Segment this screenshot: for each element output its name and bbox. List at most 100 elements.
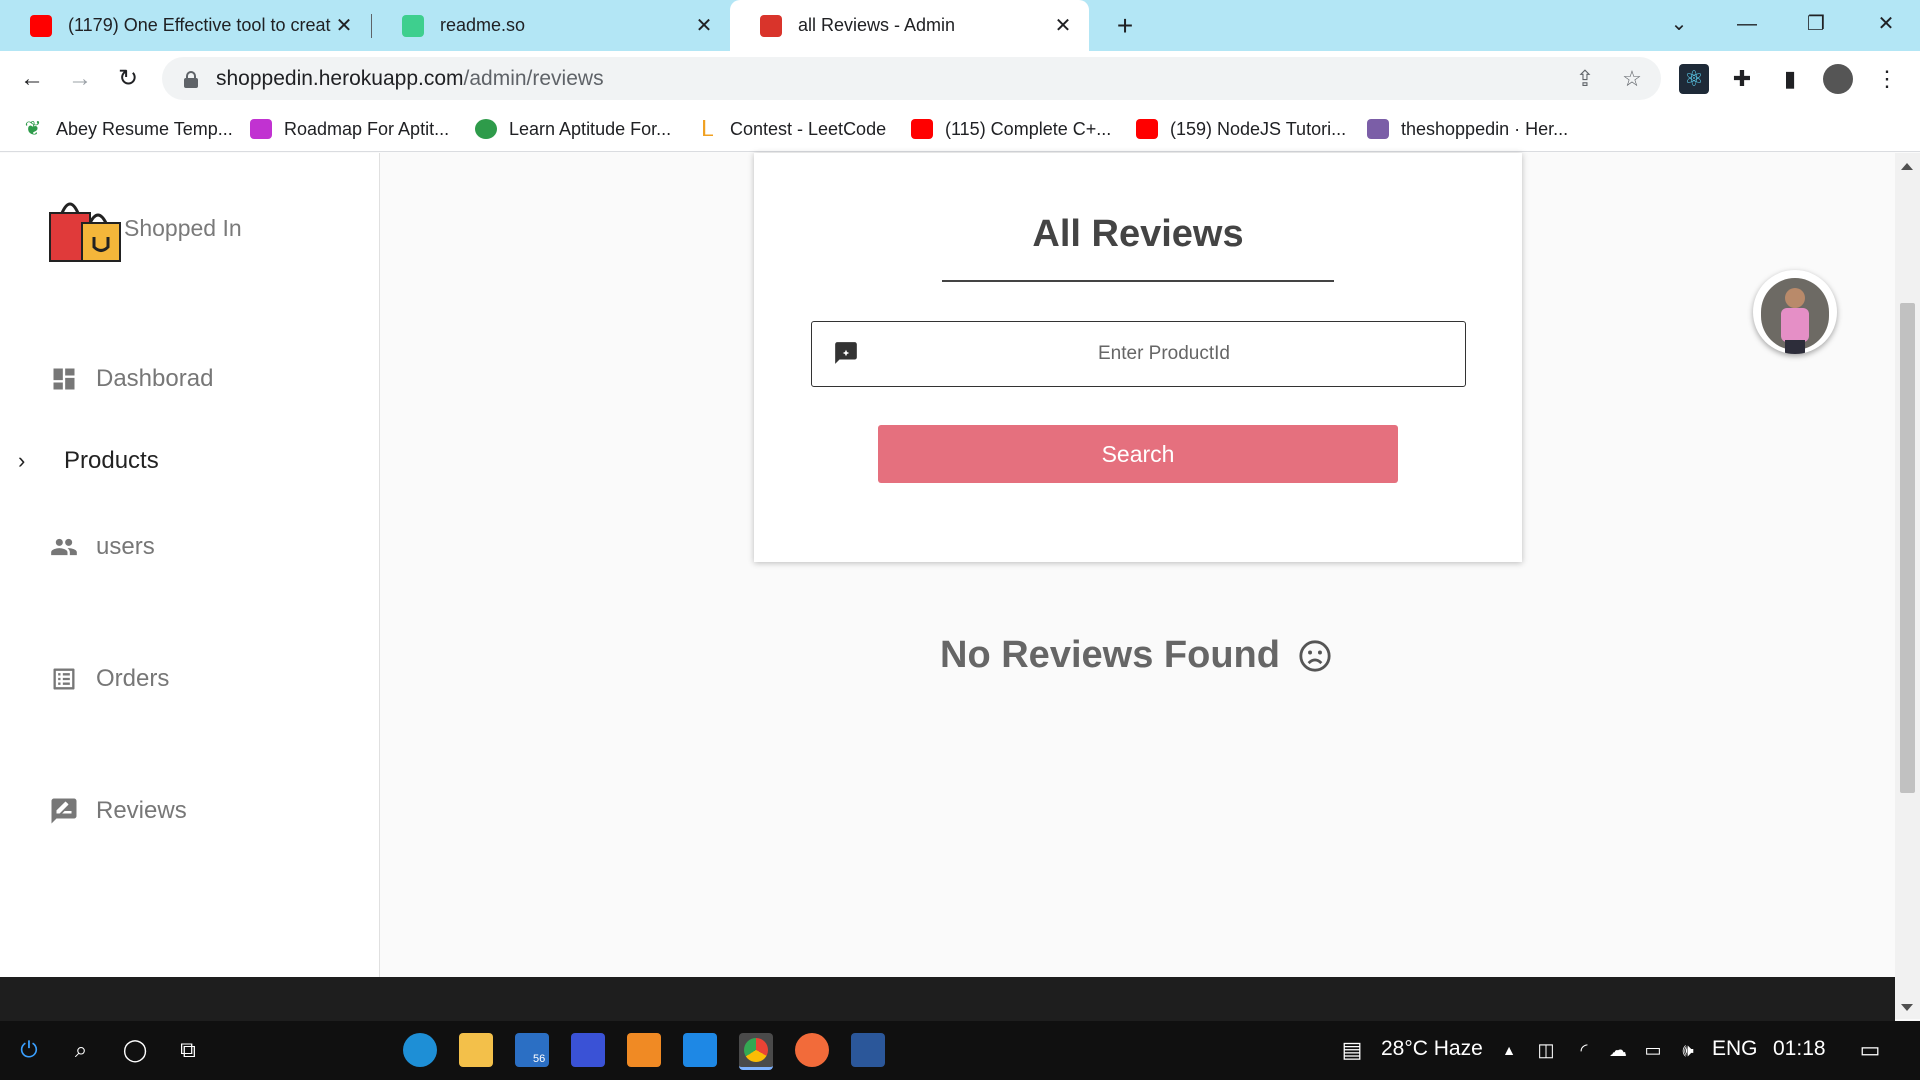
sidebar-item-orders[interactable]: Orders bbox=[48, 663, 169, 695]
app-icon[interactable] bbox=[571, 1033, 605, 1067]
profile-avatar[interactable] bbox=[1823, 64, 1853, 94]
share-icon[interactable]: ⇪ bbox=[1572, 66, 1598, 92]
review-search-card: All Reviews Search bbox=[754, 153, 1522, 562]
shopping-bag-icon bbox=[49, 202, 121, 262]
sidebar-item-label: Orders bbox=[96, 665, 170, 692]
react-devtools-icon[interactable]: ⚛ bbox=[1679, 64, 1709, 94]
power-icon[interactable]: ⏻ bbox=[14, 1035, 44, 1065]
tab-reviews-admin[interactable]: all Reviews - Admin ✕ bbox=[730, 0, 1089, 51]
news-icon[interactable]: ▤ bbox=[1334, 1035, 1370, 1065]
user-avatar[interactable] bbox=[1753, 270, 1837, 354]
sad-face-icon bbox=[1299, 639, 1331, 672]
tab-title: (1179) One Effective tool to creat bbox=[68, 15, 331, 35]
bookmarks-bar: ❦ Abey Resume Temp... Roadmap For Aptit.… bbox=[0, 106, 1920, 152]
address-bar[interactable]: shoppedin.herokuapp.com/admin/reviews ⇪ … bbox=[162, 57, 1661, 100]
bookmark-item[interactable]: (115) Complete C+... bbox=[911, 116, 1111, 142]
edge-icon[interactable] bbox=[403, 1033, 437, 1067]
sidebar-item-label: users bbox=[96, 533, 155, 560]
language-indicator[interactable]: ENG bbox=[1712, 1037, 1758, 1061]
chrome-logo bbox=[744, 1038, 768, 1062]
close-icon[interactable]: ✕ bbox=[1051, 13, 1075, 38]
chevron-up-icon[interactable]: ▲ bbox=[1494, 1035, 1524, 1065]
bookmark-item[interactable]: theshoppedin · Her... bbox=[1367, 116, 1568, 142]
reload-icon[interactable]: ↻ bbox=[112, 63, 144, 95]
sublime-text-icon[interactable] bbox=[627, 1033, 661, 1067]
empty-state-message: No Reviews Found bbox=[940, 634, 1280, 676]
scroll-down-icon[interactable] bbox=[1901, 1004, 1913, 1011]
bookmark-label: Roadmap For Aptit... bbox=[284, 118, 450, 139]
onedrive-icon[interactable]: ☁ bbox=[1603, 1035, 1633, 1065]
list-alt-icon bbox=[48, 663, 80, 695]
weather-text[interactable]: 28°C Haze bbox=[1381, 1037, 1483, 1061]
close-icon[interactable]: ✕ bbox=[692, 13, 716, 38]
search-button[interactable]: Search bbox=[878, 425, 1398, 483]
bookmark-label: (159) NodeJS Tutori... bbox=[1170, 118, 1347, 139]
notifications-icon[interactable]: ▭ bbox=[1855, 1035, 1885, 1065]
vscode-icon[interactable] bbox=[683, 1033, 717, 1067]
bookmark-label: Learn Aptitude For... bbox=[509, 118, 672, 139]
page-scrollbar[interactable] bbox=[1895, 153, 1920, 1019]
bookmark-item[interactable]: (159) NodeJS Tutori... bbox=[1136, 116, 1346, 142]
youtube-icon bbox=[911, 119, 933, 139]
url-text: shoppedin.herokuapp.com/admin/reviews bbox=[216, 67, 604, 91]
browser-toolbar: ← → ↻ shoppedin.herokuapp.com/admin/revi… bbox=[0, 51, 1920, 106]
restore-button[interactable]: ❐ bbox=[1796, 6, 1836, 42]
menu-kebab-icon[interactable]: ⋮ bbox=[1872, 64, 1902, 94]
title-underline bbox=[942, 280, 1334, 282]
brand-logo[interactable]: Shopped In bbox=[48, 193, 242, 263]
bookmark-star-icon[interactable]: ☆ bbox=[1619, 66, 1645, 92]
close-icon[interactable]: ✕ bbox=[332, 13, 356, 38]
extensions-puzzle-icon[interactable]: ✚ bbox=[1727, 64, 1757, 94]
admin-sidebar: Shopped In Dashborad › Products users Or… bbox=[0, 153, 380, 977]
sidebar-item-label: Reviews bbox=[96, 797, 187, 824]
bookmark-item[interactable]: Learn Aptitude For... bbox=[475, 116, 671, 142]
meet-now-icon[interactable]: ◫ bbox=[1531, 1035, 1561, 1065]
mail-icon[interactable]: 56 bbox=[515, 1033, 549, 1067]
sidebar-item-dashboard[interactable]: Dashborad bbox=[48, 363, 213, 395]
chrome-icon[interactable] bbox=[739, 1033, 773, 1070]
user-photo bbox=[1761, 278, 1829, 354]
volume-icon[interactable]: 🕪 bbox=[1673, 1035, 1703, 1065]
new-tab-button[interactable]: + bbox=[1107, 8, 1143, 44]
cortana-icon[interactable]: ◯ bbox=[120, 1035, 150, 1065]
postman-icon[interactable] bbox=[795, 1033, 829, 1067]
page-footer bbox=[0, 977, 1895, 1021]
close-window-button[interactable]: ✕ bbox=[1866, 6, 1906, 42]
lock-icon bbox=[184, 70, 198, 88]
forward-arrow-icon[interactable]: → bbox=[64, 63, 96, 95]
search-icon[interactable]: ⌕ bbox=[66, 1035, 96, 1065]
minimize-button[interactable]: — bbox=[1727, 6, 1767, 42]
word-icon[interactable] bbox=[851, 1033, 885, 1067]
youtube-icon bbox=[1136, 119, 1158, 139]
scroll-thumb[interactable] bbox=[1900, 303, 1915, 793]
scroll-up-icon[interactable] bbox=[1901, 163, 1913, 170]
readme-icon bbox=[402, 14, 424, 37]
product-id-input[interactable] bbox=[872, 322, 1456, 385]
os-taskbar: ⏻ ⌕ ◯ ⧉ 56 ▤ 28°C Haze ▲ ◫ ◜ ☁ ▭ 🕪 ENG 0… bbox=[0, 1021, 1920, 1080]
bookmark-item[interactable]: Roadmap For Aptit... bbox=[250, 116, 449, 142]
heroku-icon bbox=[1367, 119, 1389, 139]
battery-icon[interactable]: ▭ bbox=[1638, 1035, 1668, 1065]
side-panel-icon[interactable]: ▮ bbox=[1775, 64, 1805, 94]
tab-search-chevron-icon[interactable]: ⌄ bbox=[1659, 6, 1699, 42]
tab-youtube[interactable]: (1179) One Effective tool to creat ✕ bbox=[0, 0, 370, 51]
bookmark-item[interactable]: ᒪ Contest - LeetCode bbox=[696, 116, 886, 142]
clock[interactable]: 01:18 bbox=[1773, 1037, 1826, 1061]
sidebar-item-users[interactable]: users bbox=[48, 531, 155, 563]
bookmark-label: theshoppedin · Her... bbox=[1401, 118, 1569, 139]
sidebar-item-label: Dashborad bbox=[96, 365, 214, 392]
sidebar-item-products[interactable]: › Products bbox=[18, 447, 159, 475]
bookmark-item[interactable]: ❦ Abey Resume Temp... bbox=[22, 116, 233, 142]
product-id-field[interactable] bbox=[811, 321, 1466, 387]
tab-readme[interactable]: readme.so ✕ bbox=[372, 0, 730, 51]
file-explorer-icon[interactable] bbox=[459, 1033, 493, 1067]
youtube-icon bbox=[30, 14, 52, 37]
url-host: shoppedin.herokuapp.com bbox=[216, 66, 464, 90]
wifi-icon[interactable]: ◜ bbox=[1569, 1035, 1599, 1065]
shopping-bag-icon bbox=[760, 14, 782, 37]
sidebar-item-reviews[interactable]: Reviews bbox=[48, 795, 187, 827]
mail-badge: 56 bbox=[533, 1053, 546, 1065]
back-arrow-icon[interactable]: ← bbox=[16, 63, 48, 95]
task-view-icon[interactable]: ⧉ bbox=[173, 1035, 203, 1065]
leetcode-icon: ᒪ bbox=[700, 116, 714, 141]
